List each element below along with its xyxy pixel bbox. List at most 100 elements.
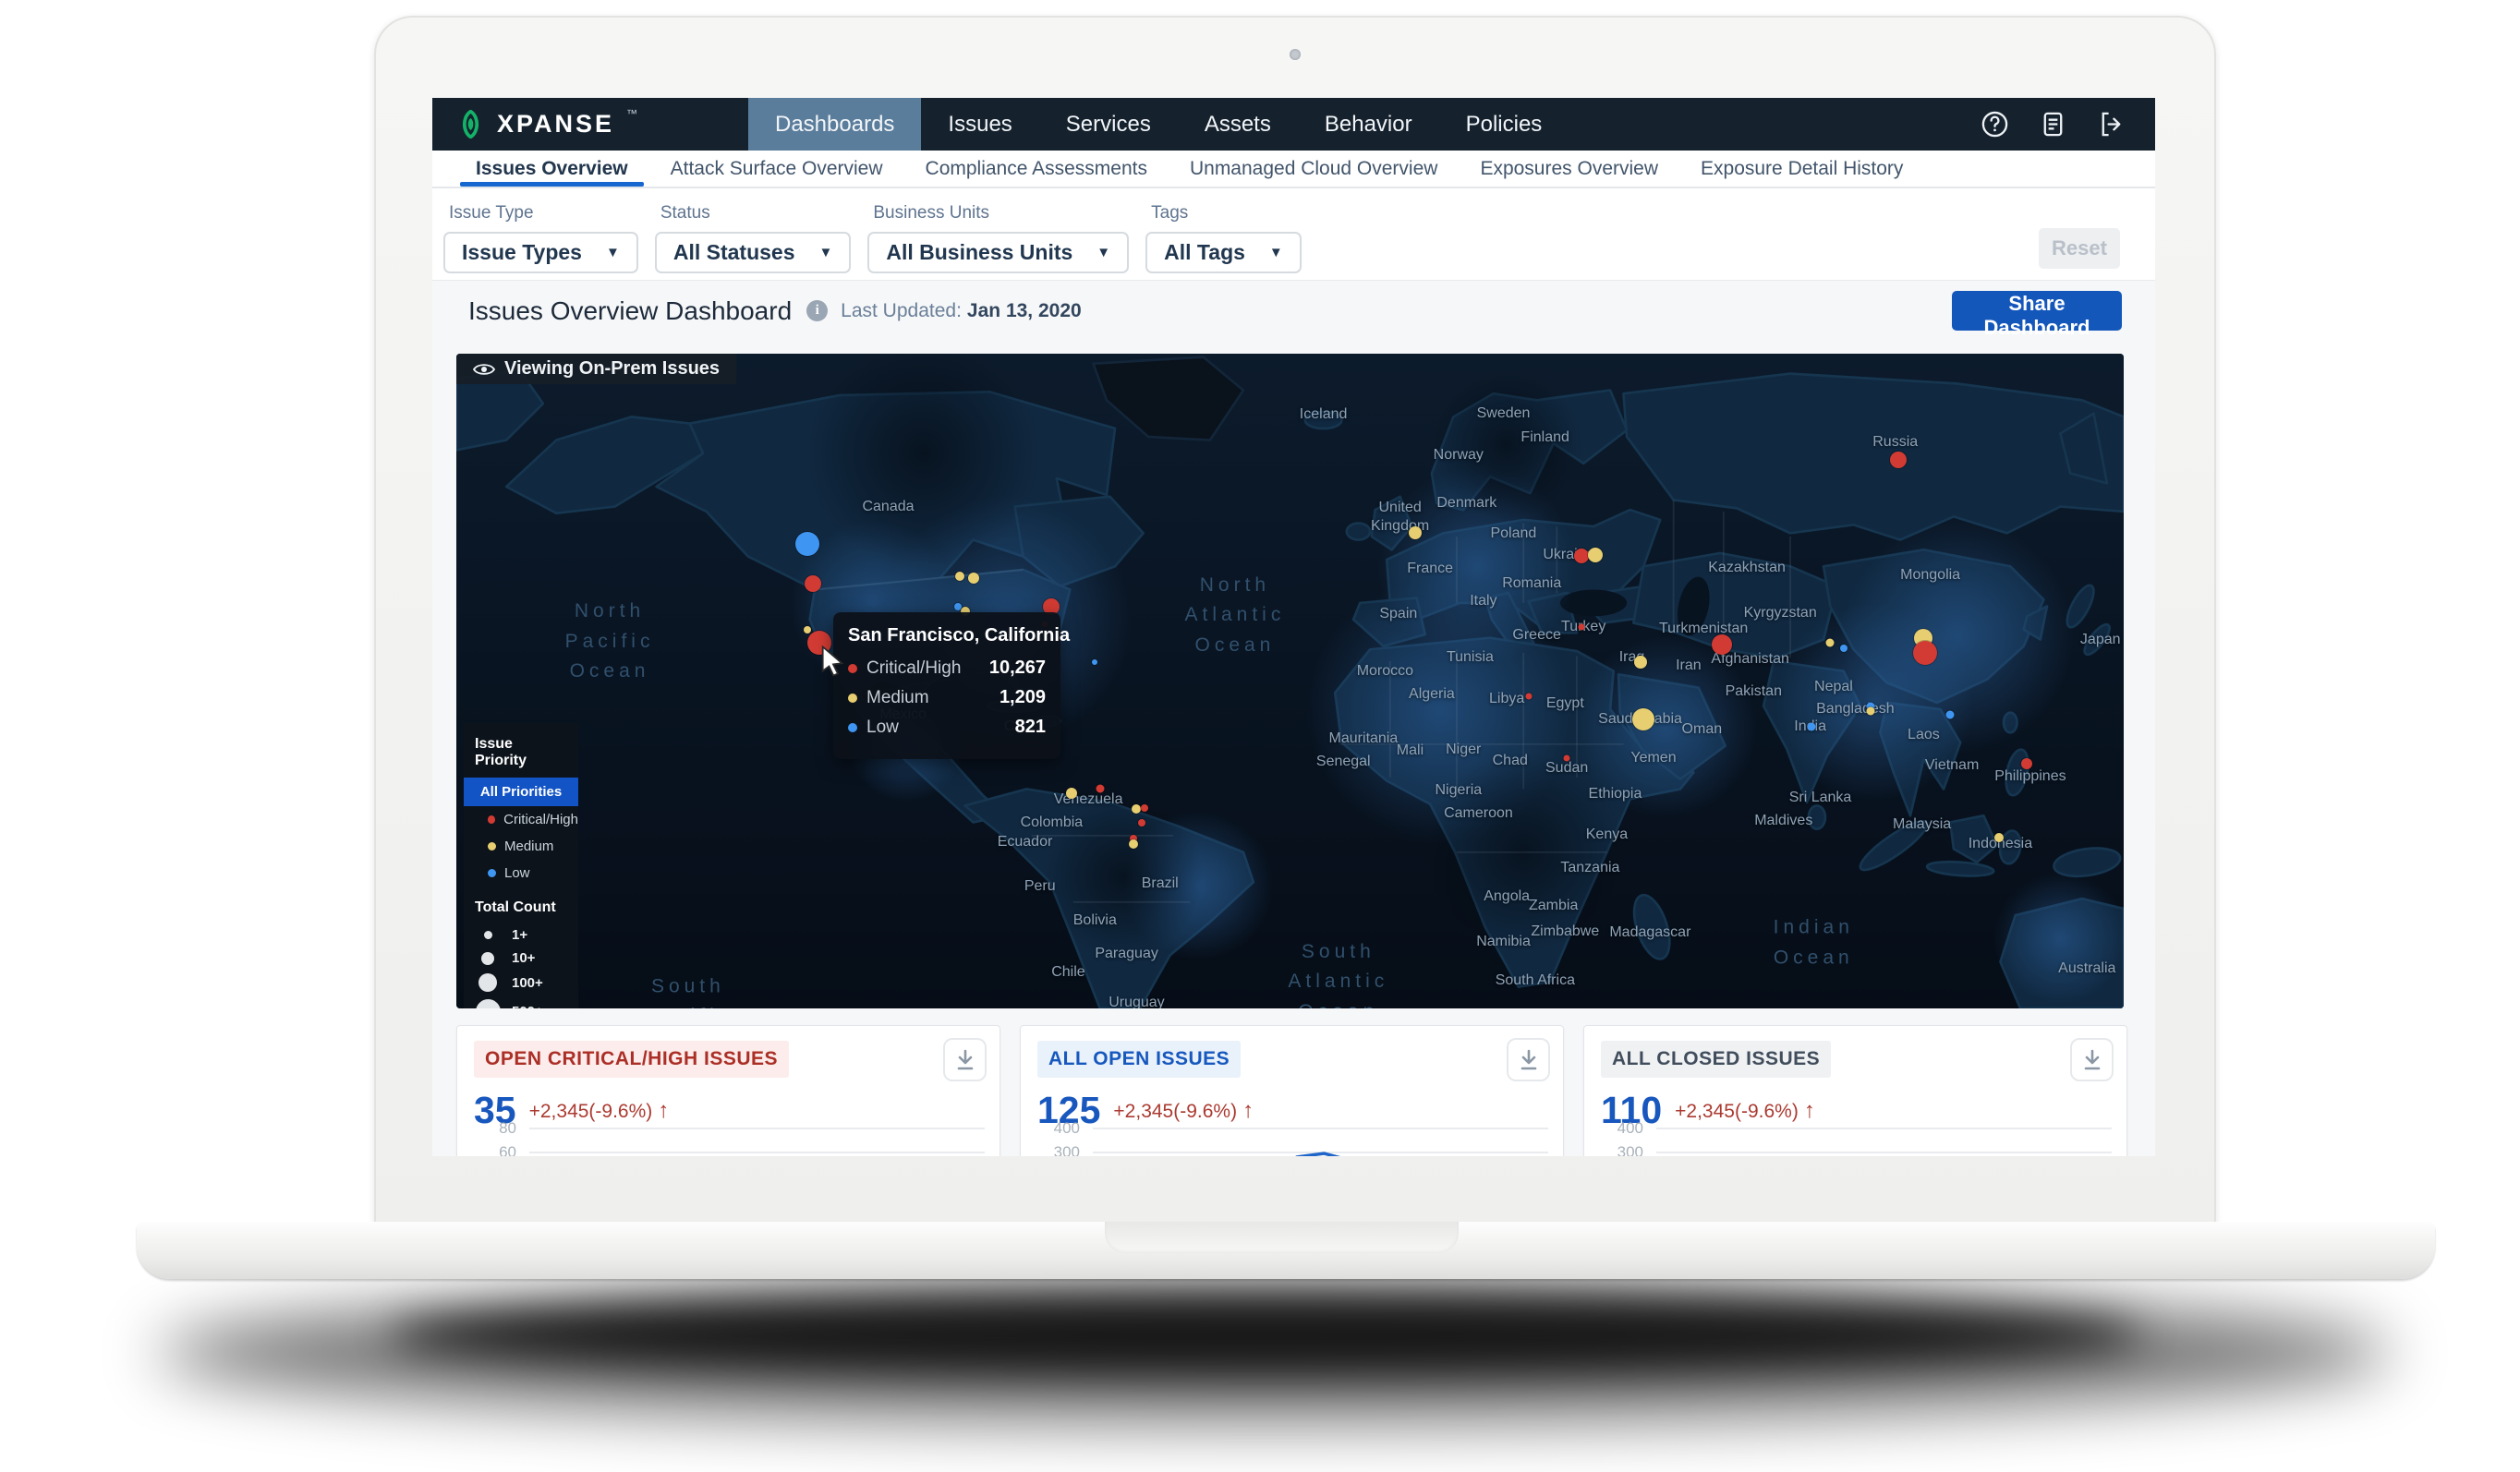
country-label-kyrgyzstan: Kyrgyzstan (1744, 604, 1817, 622)
help-icon[interactable] (1981, 110, 2009, 139)
tab-exposure-detail-history[interactable]: Exposure Detail History (1679, 151, 1924, 187)
country-label-canada: Canada (862, 498, 914, 516)
country-label-tanzania: Tanzania (1560, 859, 1619, 877)
ocean-label-south-pacific: SouthPacific (643, 971, 733, 1008)
download-button[interactable] (1507, 1038, 1550, 1081)
tooltip-row-medium: Medium1,209 (848, 687, 1046, 708)
legend-size-label: 1+ (512, 927, 527, 943)
tab-compliance-assessments[interactable]: Compliance Assessments (904, 151, 1169, 187)
tab-exposures-overview[interactable]: Exposures Overview (1459, 151, 1679, 187)
nav-item-policies[interactable]: Policies (1439, 98, 1569, 151)
country-label-peru: Peru (1024, 877, 1056, 896)
country-label-malaysia: Malaysia (1893, 815, 1951, 834)
legend-dot-critical (488, 815, 495, 824)
map-dot-medium[interactable] (955, 572, 964, 581)
map-dot-medium[interactable] (1994, 833, 2004, 842)
map-dot-critical[interactable] (1138, 819, 1145, 826)
country-label-poland: Poland (1490, 525, 1536, 543)
country-label-cameroon: Cameroon (1444, 804, 1513, 823)
info-icon[interactable]: i (806, 300, 828, 321)
stat-card-all-open-issues: ALL OPEN ISSUES125+2,345(-9.6%)↑400300 (1020, 1025, 1564, 1156)
filter-dropdown-status[interactable]: All Statuses▼ (655, 232, 852, 273)
country-label-brazil: Brazil (1142, 875, 1179, 893)
map-dot-medium[interactable] (968, 573, 979, 584)
country-label-mongolia: Mongolia (1900, 566, 1960, 585)
download-button[interactable] (943, 1038, 987, 1081)
top-nav: XPANSE ™ DashboardsIssuesServicesAssetsB… (432, 98, 2155, 151)
country-label-bolivia: Bolivia (1073, 911, 1117, 930)
country-label-paraguay: Paraguay (1095, 945, 1158, 963)
map-dot-medium[interactable] (804, 626, 811, 633)
tab-issues-overview[interactable]: Issues Overview (454, 151, 649, 187)
map-dot-critical[interactable] (1913, 641, 1937, 665)
map-dot-critical[interactable] (1712, 634, 1732, 655)
nav-item-assets[interactable]: Assets (1178, 98, 1298, 151)
sign-out-icon[interactable] (2097, 110, 2126, 139)
map-dot-medium[interactable] (1066, 788, 1077, 799)
stat-card-title: ALL CLOSED ISSUES (1601, 1041, 1831, 1078)
nav-item-behavior[interactable]: Behavior (1298, 98, 1439, 151)
nav-item-issues[interactable]: Issues (921, 98, 1038, 151)
map-dot-critical[interactable] (1579, 623, 1585, 630)
filter-dropdown-business-units[interactable]: All Business Units▼ (867, 232, 1129, 273)
country-label-maldives: Maldives (1754, 812, 1812, 830)
dashboard-content: Issues Overview Dashboard i Last Updated… (432, 281, 2155, 1156)
map-dot-low[interactable] (1092, 659, 1097, 665)
legend-item-low[interactable]: Low (464, 860, 578, 887)
country-label-denmark: Denmark (1436, 494, 1496, 513)
map-dot-critical[interactable] (805, 575, 821, 592)
map-dot-medium[interactable] (1129, 839, 1138, 849)
map-dot-medium[interactable] (1409, 526, 1422, 539)
map-dot-critical[interactable] (1096, 784, 1104, 792)
map-dot-medium[interactable] (1866, 707, 1874, 716)
chart-axis-label: 400 (1036, 1119, 1080, 1138)
map-dot-medium[interactable] (1588, 548, 1603, 562)
map-dot-critical[interactable] (1141, 804, 1148, 812)
chart-gridline: 400 (1599, 1116, 2112, 1140)
map-view-badge[interactable]: Viewing On-Prem Issues (456, 354, 736, 384)
brand-logo[interactable]: XPANSE ™ (432, 98, 748, 151)
map-dot-medium[interactable] (1634, 656, 1647, 669)
filter-dropdown-tags[interactable]: All Tags▼ (1145, 232, 1302, 273)
map-dot-low[interactable] (1808, 723, 1816, 731)
legend-size-1: 1+ (464, 923, 578, 947)
legend-size-circle (464, 931, 512, 939)
share-dashboard-button[interactable]: Share Dashboard (1952, 291, 2122, 331)
legend-size-label: 500+ (512, 1004, 543, 1008)
country-label-kazakhstan: Kazakhstan (1708, 559, 1786, 577)
tab-attack-surface-overview[interactable]: Attack Surface Overview (649, 151, 904, 187)
country-label-uruguay: Uruguay (1109, 994, 1164, 1008)
country-label-zambia: Zambia (1529, 897, 1578, 915)
map-dot-low[interactable] (795, 532, 819, 556)
trend-sparkline (1093, 1148, 1546, 1156)
map-dot-critical[interactable] (1525, 693, 1532, 699)
country-label-sweden: Sweden (1477, 404, 1531, 423)
issues-world-map[interactable]: Viewing On-Prem Issues NorthPacificOcean… (456, 354, 2124, 1008)
filter-label-issue-type: Issue Type (449, 203, 638, 223)
filter-dropdown-issue-type[interactable]: Issue Types▼ (443, 232, 638, 273)
release-notes-icon[interactable] (2039, 110, 2067, 139)
legend-item-medium[interactable]: Medium (464, 833, 578, 860)
country-label-bangladesh: Bangladesh (1816, 700, 1895, 718)
legend-all-priorities[interactable]: All Priorities (464, 778, 578, 806)
country-label-madagascar: Madagascar (1609, 923, 1690, 942)
country-label-senegal: Senegal (1316, 753, 1371, 771)
map-view-badge-label: Viewing On-Prem Issues (504, 358, 720, 380)
map-dot-low[interactable] (1840, 645, 1848, 652)
nav-item-dashboards[interactable]: Dashboards (748, 98, 921, 151)
map-dot-low[interactable] (1946, 710, 1955, 718)
nav-item-services[interactable]: Services (1039, 98, 1178, 151)
reset-button[interactable]: Reset (2039, 228, 2120, 269)
map-dot-medium[interactable] (1632, 708, 1654, 730)
map-dot-medium[interactable] (1826, 638, 1835, 646)
map-dot-critical[interactable] (1890, 452, 1907, 468)
map-dot-critical[interactable] (2021, 758, 2032, 769)
country-label-kenya: Kenya (1586, 826, 1628, 844)
tab-unmanaged-cloud-overview[interactable]: Unmanaged Cloud Overview (1169, 151, 1459, 187)
download-button[interactable] (2070, 1038, 2114, 1081)
dashboard-tab-bar: Issues OverviewAttack Surface OverviewCo… (432, 151, 2155, 188)
map-dot-medium[interactable] (1132, 804, 1141, 814)
legend-item-critical-high[interactable]: Critical/High (464, 806, 578, 833)
map-dot-critical[interactable] (1564, 755, 1570, 762)
tooltip-row-critical-high: Critical/High10,267 (848, 658, 1046, 679)
